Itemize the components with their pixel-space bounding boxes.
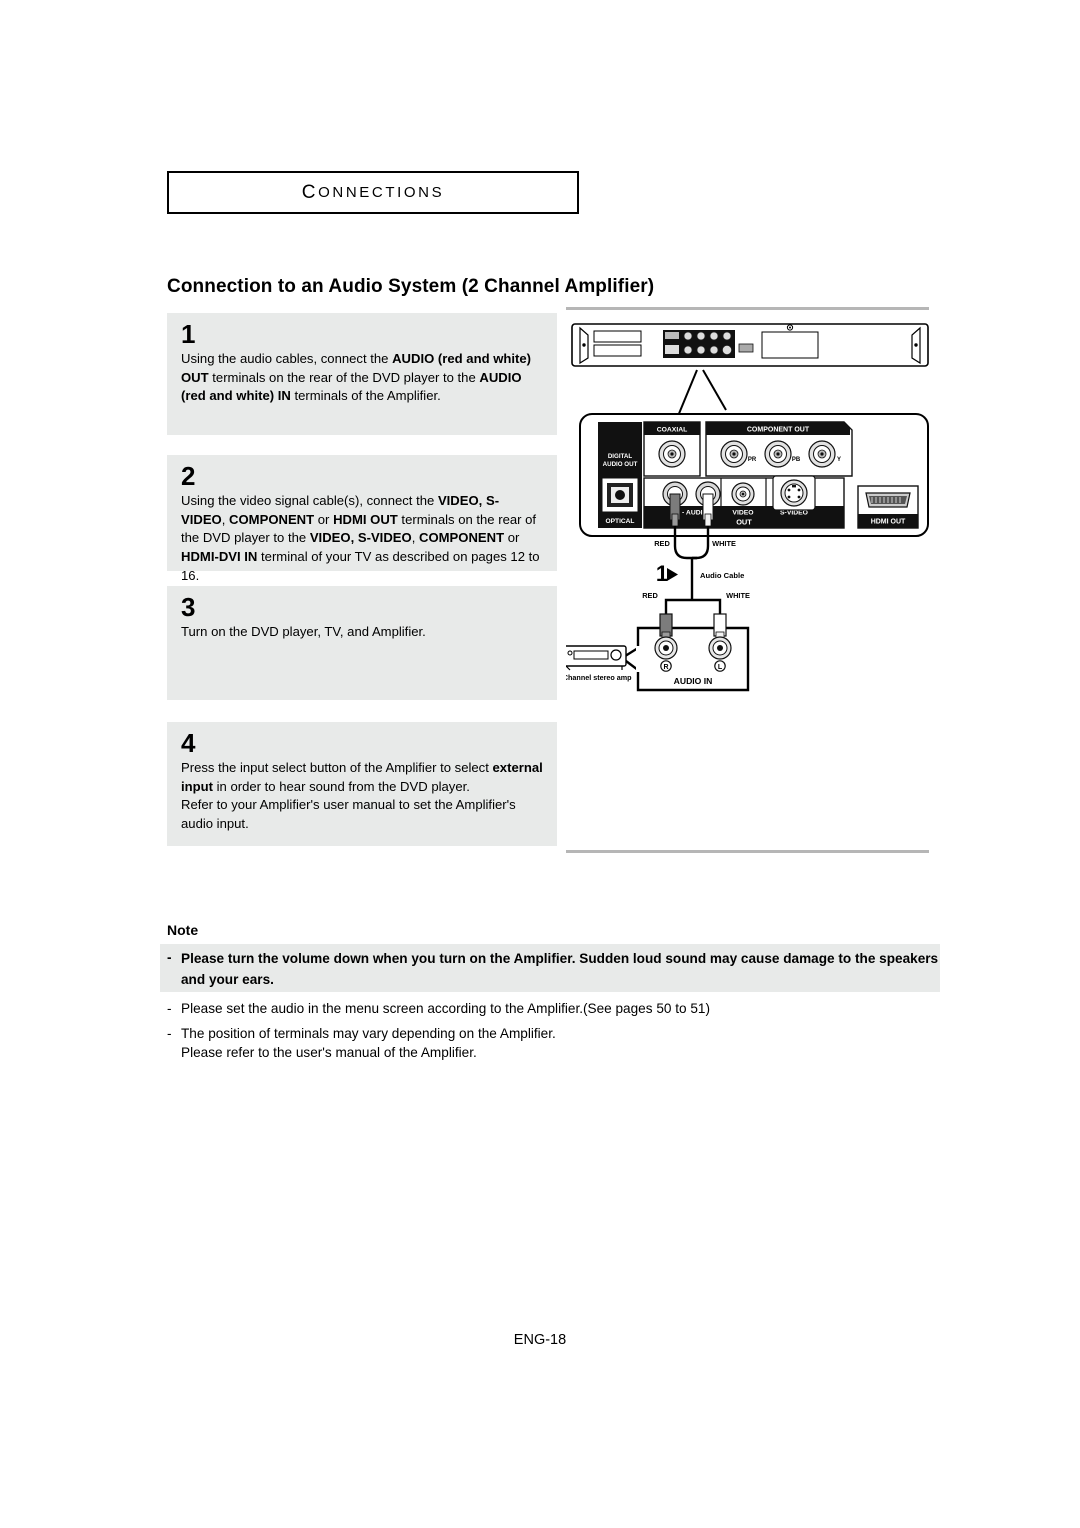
step-number-3: 3 <box>181 592 196 622</box>
note-item: - The position of terminals may vary dep… <box>167 1024 957 1063</box>
note-title: Note <box>167 922 199 938</box>
amplifier-body: 2-Channel stereo amp <box>566 645 632 682</box>
connection-diagram: .ln { fill:none; stroke:#000; } .lbl { f… <box>566 318 938 738</box>
note-text: Please set the audio in the menu screen … <box>181 1001 710 1016</box>
amplifier-audio-in: R L AUDIO IN <box>620 613 750 692</box>
audio-cable-run: RED WHITE 1 Audio Cable RED WHITE <box>642 526 750 614</box>
rear-terminal-panel: DIGITAL AUDIO OUT OPTICAL COAXIAL COMPON… <box>579 413 929 537</box>
note-item: - Please turn the volume down when you t… <box>167 948 957 990</box>
jack-svideo <box>772 475 816 511</box>
step-text-2: Using the video signal cable(s), connect… <box>181 493 540 583</box>
zoom-leader-lines <box>677 369 727 417</box>
label-right-channel: R <box>663 664 668 671</box>
label-white-bottom: WHITE <box>726 591 750 600</box>
jack-hdmi-out: HDMI OUT <box>857 485 919 529</box>
step-text-4: Press the input select button of the Amp… <box>181 760 543 832</box>
step-number-2: 2 <box>181 461 196 491</box>
note-list: - Please turn the volume down when you t… <box>167 948 957 1068</box>
step-marker-1: 1 <box>656 561 668 586</box>
label-left-channel: L <box>718 664 723 671</box>
note-dash: - <box>167 1025 172 1041</box>
diagram-rule-top <box>566 307 929 310</box>
label-red-top: RED <box>654 539 670 548</box>
player-rear-chassis <box>571 323 929 367</box>
label-amp-caption: 2-Channel stereo amp <box>566 673 632 682</box>
chapter-title: CONNECTIONS <box>301 181 445 203</box>
label-video: VIDEO <box>732 510 753 517</box>
jack-video <box>731 482 755 506</box>
step-box-2: 2 Using the video signal cable(s), conne… <box>167 455 557 583</box>
section-title: Connection to an Audio System (2 Channel… <box>167 276 655 297</box>
label-pr: PR <box>748 457 757 463</box>
label-audio-cable: Audio Cable <box>700 571 744 580</box>
label-digital-audio-out-1: DIGITAL <box>608 453 633 460</box>
step-text-3: Turn on the DVD player, TV, and Amplifie… <box>181 624 426 640</box>
chapter-header-box: CONNECTIONS <box>167 171 579 214</box>
manual-page: CONNECTIONS Connection to an Audio Syste… <box>0 0 1080 1528</box>
label-pb: PB <box>792 457 801 463</box>
label-out: OUT <box>736 518 752 527</box>
label-component-out: COMPONENT OUT <box>747 427 810 434</box>
label-red-bottom: RED <box>642 591 658 600</box>
label-white-top: WHITE <box>712 539 736 548</box>
step-box-3: 3 Turn on the DVD player, TV, and Amplif… <box>167 586 557 700</box>
note-text: Please turn the volume down when you tur… <box>181 951 939 987</box>
page-footer: ENG-18 <box>513 1332 567 1348</box>
step-box-4: 4 Press the input select button of the A… <box>167 722 557 846</box>
label-coaxial: COAXIAL <box>657 427 688 434</box>
diagram-rule-bottom <box>566 850 929 853</box>
step-box-1: 1 Using the audio cables, connect the AU… <box>167 313 557 435</box>
label-hdmi-out: HDMI OUT <box>871 519 906 526</box>
step-number-4: 4 <box>181 728 196 758</box>
jack-coaxial <box>658 440 686 468</box>
step-text-1: Using the audio cables, connect the AUDI… <box>181 351 532 404</box>
step-marker-arrow <box>667 568 678 581</box>
label-optical: OPTICAL <box>606 518 635 525</box>
label-digital-audio-out-2: AUDIO OUT <box>603 461 638 468</box>
note-dash: - <box>167 1001 172 1016</box>
note-dash: - <box>167 950 172 965</box>
label-audio-in: AUDIO IN <box>674 676 713 686</box>
label-y: Y <box>837 457 841 463</box>
note-item: - Please set the audio in the menu scree… <box>167 999 957 1019</box>
note-text: The position of terminals may vary depen… <box>181 1025 556 1061</box>
step-number-1: 1 <box>181 319 196 349</box>
